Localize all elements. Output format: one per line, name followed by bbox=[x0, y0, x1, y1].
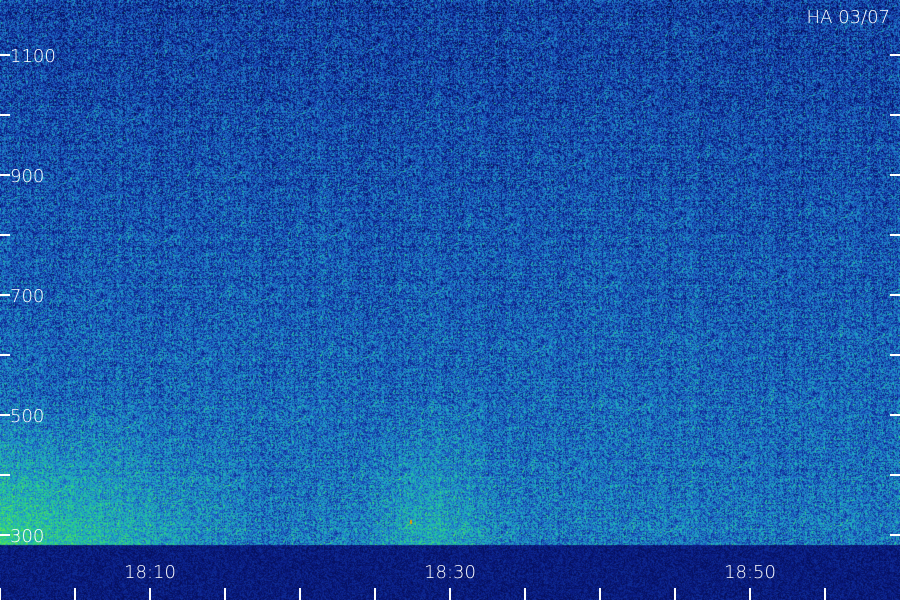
y-tick-label: 700 bbox=[10, 286, 44, 307]
x-tick-label: 18:30 bbox=[424, 562, 476, 583]
y-tick-label: 500 bbox=[10, 406, 44, 427]
chart-overlay: 1100 900 700 500 300 18:10 18:30 18:50 HA 03/07 bbox=[0, 7, 900, 600]
y-tick-label: 900 bbox=[10, 166, 44, 187]
tick-labels: 1100 900 700 500 300 18:10 18:30 18:50 bbox=[10, 46, 776, 583]
station-date-annotation: HA 03/07 bbox=[807, 7, 890, 28]
spectrogram-chart: 1100 900 700 500 300 18:10 18:30 18:50 HA 03/07 bbox=[0, 0, 900, 600]
y-tick-label: 1100 bbox=[10, 46, 56, 67]
x-tick-label: 18:10 bbox=[124, 562, 176, 583]
y-tick-label: 300 bbox=[10, 526, 44, 547]
tick-marks bbox=[0, 54, 900, 600]
x-tick-label: 18:50 bbox=[724, 562, 776, 583]
